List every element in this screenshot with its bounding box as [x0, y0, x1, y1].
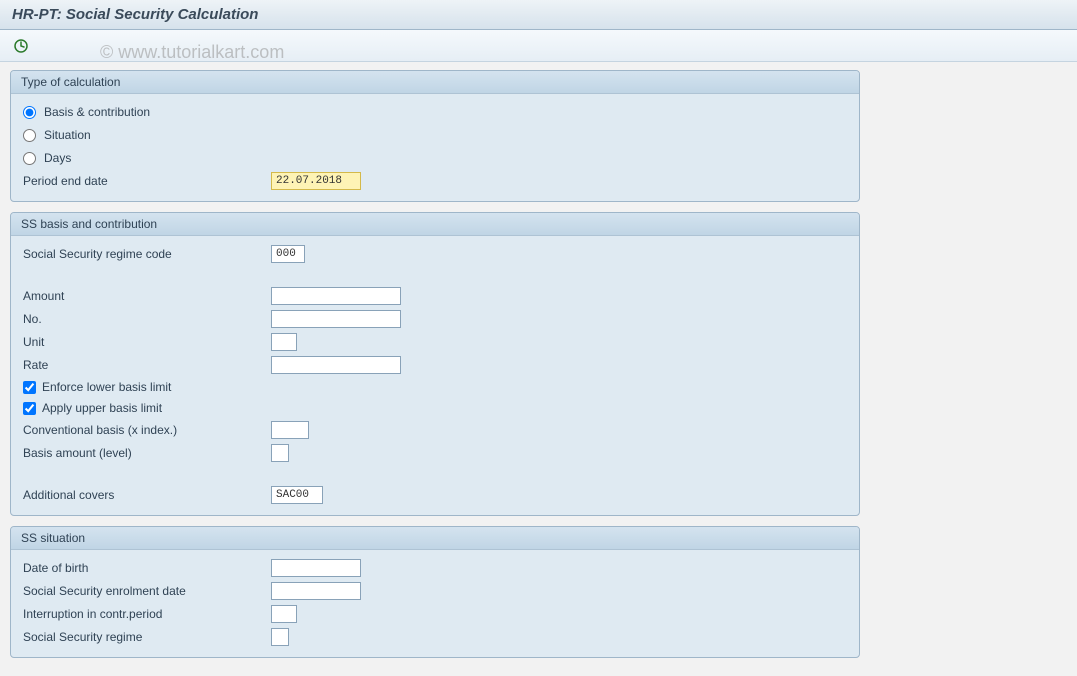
radio-basis-contribution-label: Basis & contribution: [42, 105, 150, 119]
apply-upper-label: Apply upper basis limit: [42, 401, 162, 415]
ss-regime-input[interactable]: [271, 628, 289, 646]
interruption-label: Interruption in contr.period: [21, 607, 271, 621]
unit-label: Unit: [21, 335, 271, 349]
conventional-basis-label: Conventional basis (x index.): [21, 423, 271, 437]
radio-situation[interactable]: [23, 129, 36, 142]
ss-regime-label: Social Security regime: [21, 630, 271, 644]
enforce-lower-checkbox[interactable]: [23, 381, 36, 394]
amount-label: Amount: [21, 289, 271, 303]
dob-input[interactable]: [271, 559, 361, 577]
group-ss-basis-contribution: SS basis and contribution Social Securit…: [10, 212, 860, 516]
interruption-input[interactable]: [271, 605, 297, 623]
regime-code-input[interactable]: [271, 245, 305, 263]
rate-input[interactable]: [271, 356, 401, 374]
title-bar: HR-PT: Social Security Calculation: [0, 0, 1077, 30]
additional-covers-label: Additional covers: [21, 488, 271, 502]
enrolment-input[interactable]: [271, 582, 361, 600]
radio-basis-contribution[interactable]: [23, 106, 36, 119]
rate-label: Rate: [21, 358, 271, 372]
enforce-lower-label: Enforce lower basis limit: [42, 380, 171, 394]
additional-covers-input[interactable]: [271, 486, 323, 504]
unit-input[interactable]: [271, 333, 297, 351]
group-ss-situation: SS situation Date of birth Social Securi…: [10, 526, 860, 658]
radio-situation-label: Situation: [42, 128, 91, 142]
apply-upper-checkbox[interactable]: [23, 402, 36, 415]
period-end-date-label: Period end date: [21, 174, 271, 188]
regime-code-label: Social Security regime code: [21, 247, 271, 261]
radio-days-label: Days: [42, 151, 71, 165]
period-end-date-input[interactable]: [271, 172, 361, 190]
toolbar: [0, 30, 1077, 62]
dob-label: Date of birth: [21, 561, 271, 575]
no-label: No.: [21, 312, 271, 326]
group-header-ss-basis: SS basis and contribution: [11, 213, 859, 236]
basis-amount-input[interactable]: [271, 444, 289, 462]
group-header-calc-type: Type of calculation: [11, 71, 859, 94]
execute-icon: [14, 39, 28, 53]
content-area: Type of calculation Basis & contribution…: [0, 62, 870, 676]
enrolment-label: Social Security enrolment date: [21, 584, 271, 598]
group-type-of-calculation: Type of calculation Basis & contribution…: [10, 70, 860, 202]
radio-days[interactable]: [23, 152, 36, 165]
group-header-ss-situation: SS situation: [11, 527, 859, 550]
no-input[interactable]: [271, 310, 401, 328]
conventional-basis-input[interactable]: [271, 421, 309, 439]
basis-amount-label: Basis amount (level): [21, 446, 271, 460]
execute-button[interactable]: [10, 35, 32, 57]
page-title: HR-PT: Social Security Calculation: [12, 6, 1065, 23]
amount-input[interactable]: [271, 287, 401, 305]
